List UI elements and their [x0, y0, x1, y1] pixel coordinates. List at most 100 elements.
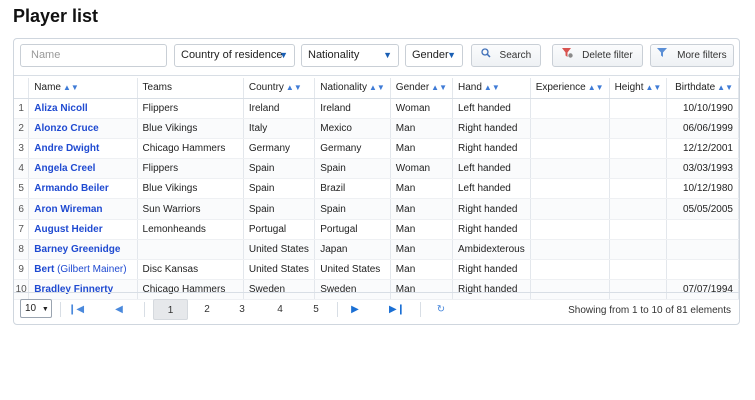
nationality-select[interactable]: Nationality ▼ [301, 44, 399, 67]
cell-height [609, 239, 668, 261]
cell-country: Spain [243, 178, 316, 200]
header-name[interactable]: Name ▲▼ [28, 78, 138, 99]
page-button-2[interactable]: 2 [197, 299, 217, 320]
page-button-3[interactable]: 3 [232, 299, 252, 320]
gender-select[interactable]: Gender ▼ [405, 44, 463, 67]
row-index: 9 [14, 259, 30, 281]
header-birthdate[interactable]: Birthdate ▲▼ [666, 78, 739, 99]
sort-icon[interactable]: ▲▼ [286, 83, 302, 92]
page-button-5[interactable]: 5 [306, 299, 326, 320]
player-name-link[interactable]: Andre Dwight [28, 138, 138, 160]
cell-experience [530, 198, 610, 220]
table-row[interactable]: 7 August Heider Lemonheands Portugal Por… [14, 219, 739, 240]
table-row[interactable]: 5 Armando Beiler Blue Vikings Spain Braz… [14, 178, 739, 200]
next-page-icon[interactable]: ▶ [346, 299, 364, 320]
cell-nationality: United States [314, 259, 391, 281]
table-row[interactable]: 3 Andre Dwight Chicago Hammers Germany G… [14, 138, 739, 160]
header-gender[interactable]: Gender ▲▼ [390, 78, 454, 99]
player-name-link[interactable]: Aron Wireman [28, 198, 138, 220]
filter-delete-icon [562, 45, 574, 66]
header-experience[interactable]: Experience ▲▼ [530, 78, 610, 99]
cell-experience [530, 118, 610, 139]
player-name-link[interactable]: Alonzo Cruce [28, 118, 138, 139]
player-name-link[interactable]: Armando Beiler [28, 178, 138, 200]
cell-height [609, 178, 668, 200]
header-country[interactable]: Country ▲▼ [243, 78, 316, 99]
cell-teams [137, 239, 244, 261]
cell-birthdate: 06/06/1999 [666, 118, 739, 139]
sort-icon[interactable]: ▲▼ [717, 83, 733, 92]
cell-gender: Man [390, 259, 454, 281]
refresh-icon[interactable]: ↻ [432, 299, 450, 320]
last-page-icon[interactable]: ▶❙ [388, 299, 406, 320]
header-hand[interactable]: Hand ▲▼ [452, 78, 531, 99]
name-filter-input[interactable]: Name [20, 44, 167, 67]
first-page-icon[interactable]: ❙◀ [67, 299, 85, 320]
pagination-status: Showing from 1 to 10 of 81 elements [568, 305, 731, 316]
page-button-4[interactable]: 4 [270, 299, 290, 320]
sort-icon[interactable]: ▲▼ [369, 83, 385, 92]
player-table: Name ▲▼ Teams Country ▲▼ Nationality ▲▼ Gen… [14, 78, 739, 301]
player-name-link[interactable]: Bert (Gilbert Mainer) [28, 259, 138, 281]
player-name-link[interactable]: August Heider [28, 219, 138, 240]
cell-nationality: Mexico [314, 118, 391, 139]
delete-filter-label: Delete filter [582, 50, 633, 61]
cell-gender: Man [390, 178, 454, 200]
table-row[interactable]: 4 Angela Creel Flippers Spain Spain Woma… [14, 158, 739, 180]
sort-icon[interactable]: ▲▼ [63, 83, 79, 92]
cell-experience [530, 158, 610, 180]
sort-icon[interactable]: ▲▼ [588, 83, 604, 92]
cell-teams: Disc Kansas [137, 259, 244, 281]
table-row[interactable]: 8 Barney Greenidge United States Japan M… [14, 239, 739, 261]
table-row[interactable]: 9 Bert (Gilbert Mainer) Disc Kansas Unit… [14, 259, 739, 281]
country-select[interactable]: Country of residence ▼ [174, 44, 295, 67]
page-title: Player list [13, 6, 99, 26]
player-name-link[interactable]: Aliza Nicoll [28, 98, 138, 119]
page-button-1[interactable]: 1 [153, 299, 188, 320]
sort-icon[interactable]: ▲▼ [484, 83, 500, 92]
cell-teams: Flippers [137, 98, 244, 119]
divider [420, 302, 421, 317]
chevron-down-icon: ▼ [447, 50, 456, 60]
cell-height [609, 259, 668, 281]
search-button[interactable]: Search [471, 44, 541, 67]
table-row[interactable]: 2 Alonzo Cruce Blue Vikings Italy Mexico… [14, 118, 739, 139]
cell-nationality: Japan [314, 239, 391, 261]
cell-nationality: Spain [314, 158, 391, 180]
more-filters-label: More filters [677, 50, 727, 61]
header-nationality[interactable]: Nationality ▲▼ [314, 78, 391, 99]
table-row[interactable]: 6 Aron Wireman Sun Warriors Spain Spain … [14, 198, 739, 220]
cell-nationality: Brazil [314, 178, 391, 200]
cell-country: United States [243, 239, 316, 261]
pagination-bar: 10 ▼ ❙◀ ◀ 1 2 3 4 5 ▶ ▶❙ ↻ Showing from … [14, 292, 739, 325]
header-height[interactable]: Height ▲▼ [609, 78, 668, 99]
search-button-label: Search [499, 50, 532, 61]
cell-teams: Blue Vikings [137, 178, 244, 200]
cell-country: United States [243, 259, 316, 281]
filter-bar: Name Country of residence ▼ Nationality … [14, 39, 739, 76]
cell-hand: Right handed [452, 138, 531, 160]
player-name-link[interactable]: Angela Creel [28, 158, 138, 180]
cell-height [609, 198, 668, 220]
row-index: 8 [14, 239, 30, 261]
cell-experience [530, 178, 610, 200]
prev-page-icon[interactable]: ◀ [110, 299, 128, 320]
header-index [14, 78, 30, 99]
cell-country: Germany [243, 138, 316, 160]
cell-experience [530, 259, 610, 281]
cell-birthdate: 10/10/1990 [666, 98, 739, 119]
delete-filter-button[interactable]: Delete filter [552, 44, 643, 67]
cell-birthdate [666, 219, 739, 240]
cell-experience [530, 138, 610, 160]
nationality-select-label: Nationality [308, 49, 360, 61]
table-row[interactable]: 1 Aliza Nicoll Flippers Ireland Ireland … [14, 98, 739, 119]
more-filters-button[interactable]: More filters [650, 44, 734, 67]
sort-icon[interactable]: ▲▼ [431, 83, 447, 92]
cell-gender: Man [390, 239, 454, 261]
cell-birthdate [666, 239, 739, 261]
cell-nationality: Germany [314, 138, 391, 160]
sort-icon[interactable]: ▲▼ [645, 83, 661, 92]
cell-country: Spain [243, 198, 316, 220]
page-size-select[interactable]: 10 ▼ [20, 299, 52, 318]
player-name-link[interactable]: Barney Greenidge [28, 239, 138, 261]
